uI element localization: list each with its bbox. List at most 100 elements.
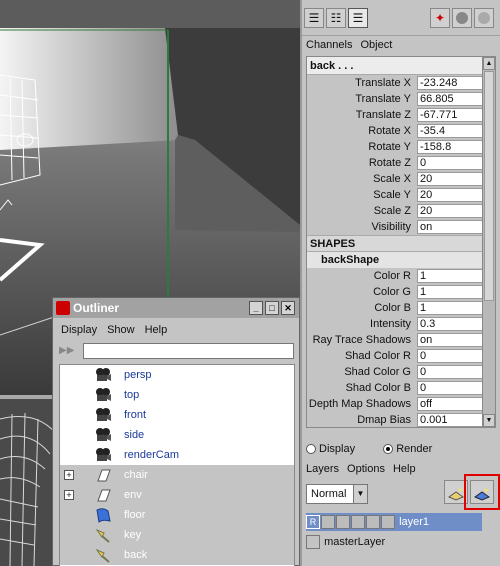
blend-mode-select[interactable]: Normal ▼ — [306, 484, 368, 504]
channel-label[interactable]: Translate Y — [355, 91, 411, 107]
shading-sphere-icon[interactable] — [452, 8, 472, 28]
camera-icon — [96, 368, 111, 381]
channel-value[interactable]: 1 — [417, 269, 487, 283]
menu-layers[interactable]: Layers — [306, 463, 339, 475]
channel-label[interactable]: Dmap Bias — [357, 412, 411, 427]
channel-label[interactable]: Ray Trace Shadows — [313, 332, 411, 348]
channel-value[interactable]: on — [417, 220, 487, 234]
channel-value[interactable]: off — [417, 397, 487, 411]
minimize-icon[interactable]: _ — [249, 301, 263, 315]
display-radio-label[interactable]: Display — [319, 443, 355, 455]
expand-icon[interactable]: + — [64, 470, 74, 480]
axis-icon[interactable]: ✦ — [430, 8, 450, 28]
list-item[interactable]: floor — [60, 505, 294, 525]
channel-value[interactable]: 20 — [417, 188, 487, 202]
channel-value[interactable]: -158.8 — [417, 140, 487, 154]
render-radio[interactable] — [383, 444, 394, 455]
layer-row-layer1[interactable]: R layer1 — [306, 513, 482, 531]
channel-box-scrollbar[interactable]: ▲ ▼ — [482, 57, 495, 427]
transform-group-icon — [97, 469, 111, 482]
shapes-header: SHAPES — [307, 235, 495, 252]
scroll-down-icon[interactable]: ▼ — [483, 414, 495, 427]
layer-name[interactable]: layer1 — [399, 516, 429, 528]
attribute-editor-mode-icon[interactable]: ☷ — [326, 8, 346, 28]
outliner-title-bar[interactable]: Outliner _ □ ✕ — [53, 298, 299, 318]
layer-toggle-icon[interactable] — [381, 515, 395, 530]
list-item[interactable]: + env — [60, 485, 294, 505]
channel-label[interactable]: Color R — [374, 268, 411, 284]
channel-label[interactable]: Depth Map Shadows — [309, 396, 411, 412]
layer-toggle-icon[interactable] — [336, 515, 350, 530]
chevron-down-icon[interactable]: ▼ — [353, 485, 367, 503]
channel-label[interactable]: Rotate X — [368, 123, 411, 139]
channel-value[interactable]: -35.4 — [417, 124, 487, 138]
list-item[interactable]: persp — [60, 365, 294, 385]
menu-display[interactable]: Display — [61, 324, 97, 336]
render-radio-label[interactable]: Render — [396, 443, 432, 455]
channel-value[interactable]: 0.3 — [417, 317, 487, 331]
menu-options[interactable]: Options — [347, 463, 385, 475]
channel-value[interactable]: 20 — [417, 172, 487, 186]
channel-box-mode-icon[interactable]: ☰ — [304, 8, 324, 28]
expand-icon[interactable]: + — [64, 490, 74, 500]
filter-arrows-icon[interactable]: ▶▶ — [59, 343, 79, 359]
layer-toggle-icon[interactable] — [351, 515, 365, 530]
layer-toggle-icon[interactable] — [366, 515, 380, 530]
render-sphere-icon[interactable] — [474, 8, 494, 28]
channel-label[interactable]: Translate Z — [356, 107, 411, 123]
channel-label[interactable]: Shad Color B — [346, 380, 411, 396]
channel-label[interactable]: Color G — [373, 284, 411, 300]
channel-label[interactable]: Shad Color R — [345, 348, 411, 364]
display-radio[interactable] — [306, 444, 316, 455]
shape-name[interactable]: backShape — [307, 252, 495, 268]
maximize-icon[interactable]: □ — [265, 301, 279, 315]
layer-row-masterlayer[interactable]: masterLayer — [306, 533, 482, 551]
channel-value[interactable]: 0 — [417, 349, 487, 363]
menu-help[interactable]: Help — [393, 463, 416, 475]
renderable-flag[interactable]: R — [306, 515, 320, 530]
channel-label[interactable]: Color B — [374, 300, 411, 316]
list-item[interactable]: front — [60, 405, 294, 425]
outliner-filter-field[interactable] — [83, 343, 294, 359]
channel-label[interactable]: Translate X — [355, 75, 411, 91]
list-item[interactable]: side — [60, 425, 294, 445]
menu-channels[interactable]: Channels — [306, 39, 352, 51]
list-item[interactable]: top — [60, 385, 294, 405]
layer-toggle-icon[interactable] — [321, 515, 335, 530]
channel-value[interactable]: 0 — [417, 156, 487, 170]
channel-label[interactable]: Shad Color G — [344, 364, 411, 380]
menu-show[interactable]: Show — [107, 324, 135, 336]
channel-row: Translate Y 66.805 — [307, 91, 495, 107]
list-item[interactable]: + chair — [60, 465, 294, 485]
channel-value[interactable]: on — [417, 333, 487, 347]
object-name[interactable]: back . . . — [307, 57, 495, 75]
channel-value[interactable]: 66.805 — [417, 92, 487, 106]
channel-label[interactable]: Rotate Z — [369, 155, 411, 171]
scroll-up-icon[interactable]: ▲ — [483, 57, 495, 70]
channel-label[interactable]: Scale Z — [374, 203, 411, 219]
channel-value[interactable]: -67.771 — [417, 108, 487, 122]
channel-label[interactable]: Scale X — [373, 171, 411, 187]
list-item[interactable]: renderCam — [60, 445, 294, 465]
channel-row: Rotate Z 0 — [307, 155, 495, 171]
channel-value[interactable]: -23.248 — [417, 76, 487, 90]
renderable-flag[interactable] — [306, 535, 320, 550]
channel-label[interactable]: Visibility — [371, 219, 411, 235]
channel-value[interactable]: 0 — [417, 381, 487, 395]
list-item[interactable]: key — [60, 525, 294, 545]
close-icon[interactable]: ✕ — [281, 301, 295, 315]
channel-layer-mode-icon[interactable]: ☰ — [348, 8, 368, 28]
channel-value[interactable]: 1 — [417, 285, 487, 299]
channel-label[interactable]: Intensity — [370, 316, 411, 332]
channel-value[interactable]: 0 — [417, 365, 487, 379]
scroll-thumb[interactable] — [484, 71, 494, 301]
channel-value[interactable]: 1 — [417, 301, 487, 315]
menu-help[interactable]: Help — [145, 324, 168, 336]
channel-value[interactable]: 0.001 — [417, 413, 487, 427]
layer-name[interactable]: masterLayer — [324, 536, 385, 548]
channel-value[interactable]: 20 — [417, 204, 487, 218]
channel-label[interactable]: Rotate Y — [368, 139, 411, 155]
channel-label[interactable]: Scale Y — [373, 187, 411, 203]
list-item[interactable]: back — [60, 545, 294, 565]
menu-object[interactable]: Object — [360, 39, 392, 51]
